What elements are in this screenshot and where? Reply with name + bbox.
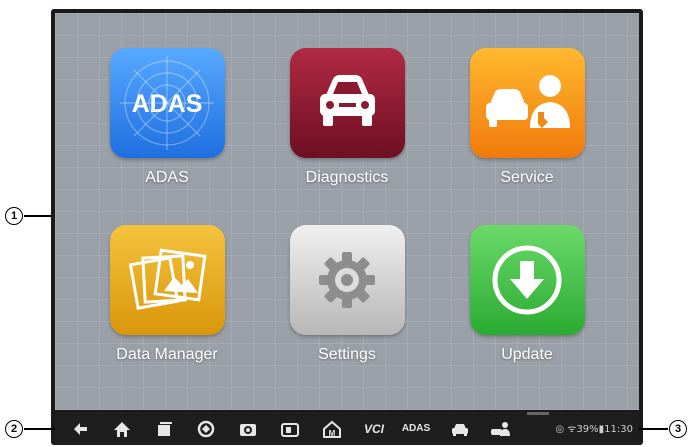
callout-1: 1 <box>5 207 23 225</box>
home-icon[interactable] <box>109 418 135 440</box>
service-technician-icon <box>469 48 585 158</box>
vci-icon[interactable]: VCI <box>359 418 389 440</box>
svg-text:M: M <box>329 429 336 438</box>
app-update[interactable]: Update <box>452 225 602 385</box>
download-icon <box>469 225 585 335</box>
home-screen: ADAS ADAS Diagnostics Service Data Manag… <box>55 13 639 410</box>
recent-apps-icon[interactable] <box>151 418 177 440</box>
page-indicator <box>55 405 639 410</box>
app-adas[interactable]: ADAS ADAS <box>92 48 242 208</box>
app-label-service: Service <box>500 169 554 186</box>
gear-icon <box>289 225 405 335</box>
callout-3-leader <box>639 428 668 430</box>
callout-2: 2 <box>5 420 23 438</box>
app-label-settings: Settings <box>318 346 376 363</box>
adas-icon: ADAS <box>109 48 225 158</box>
callout-1-leader <box>24 215 51 217</box>
home-dashboard-icon[interactable]: M <box>319 418 345 440</box>
app-label-adas: ADAS <box>145 169 189 186</box>
car-icon <box>289 48 405 158</box>
app-data-manager[interactable]: Data Manager <box>92 225 242 385</box>
app-diagnostics[interactable]: Diagnostics <box>272 48 422 208</box>
photo-folder-icon <box>109 225 225 335</box>
callout-3: 3 <box>669 420 687 438</box>
app-label-data-manager: Data Manager <box>116 346 218 363</box>
back-icon[interactable] <box>67 418 93 440</box>
app-label-diagnostics: Diagnostics <box>305 169 389 186</box>
camera-icon[interactable] <box>235 418 261 440</box>
service-shortcut-icon[interactable] <box>487 418 513 440</box>
screenshot-icon[interactable] <box>277 418 303 440</box>
app-label-update: Update <box>501 346 553 363</box>
app-settings[interactable]: Settings <box>272 225 422 385</box>
car-shortcut-icon[interactable] <box>447 418 473 440</box>
status-bar: ◎ ᯤ39%▮11:30 <box>555 424 633 435</box>
adas-badge-text: ADAS <box>131 90 202 118</box>
browser-icon[interactable] <box>193 418 219 440</box>
taskbar: M VCI ADAS ◎ ᯤ39%▮11:30 <box>55 412 639 445</box>
callout-2-leader <box>24 428 55 430</box>
app-service[interactable]: Service <box>452 48 602 208</box>
adas-shortcut-icon[interactable]: ADAS <box>401 418 431 440</box>
taskbar-handle[interactable] <box>527 412 549 415</box>
